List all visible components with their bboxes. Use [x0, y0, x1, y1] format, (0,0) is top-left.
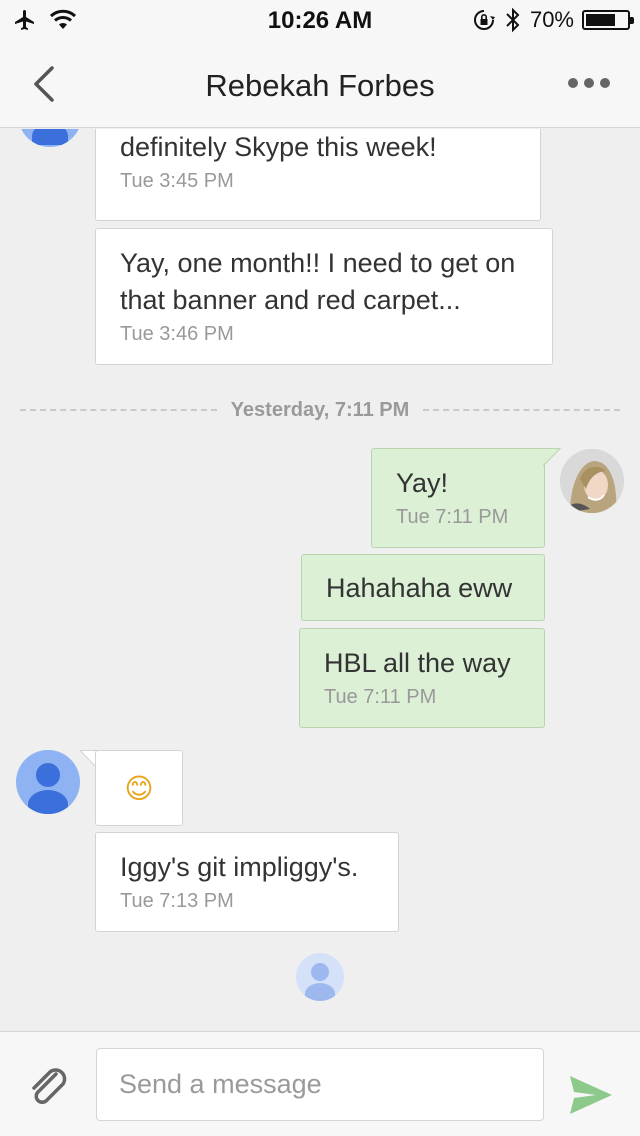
message-time: Tue 7:13 PM — [120, 890, 234, 912]
status-bar: 10:26 AM 70% — [0, 0, 640, 40]
message-bubble[interactable]: Androids are way better!!! I can definit… — [95, 129, 541, 221]
read-receipt-avatar — [296, 953, 344, 1001]
message-text: Yay! — [396, 468, 449, 498]
message-input[interactable] — [96, 1048, 544, 1121]
message-text: Androids are way better!!! I can definit… — [120, 132, 437, 162]
message-text: Hahahaha eww — [326, 573, 513, 603]
rotation-lock-icon — [473, 10, 495, 30]
message-emoji: 😊 — [124, 771, 154, 805]
message-time: Tue 7:11 PM — [324, 686, 437, 708]
message-list[interactable]: Androids are way better!!! I can definit… — [0, 129, 640, 1031]
message-bubble[interactable]: Iggy's git impliggy's. Tue 7:13 PM — [95, 832, 399, 932]
message-time: Tue 3:45 PM — [120, 170, 234, 192]
compose-bar — [0, 1031, 640, 1136]
bubble-tail — [542, 448, 562, 467]
contact-avatar — [16, 750, 80, 814]
message-text: HBL all the way — [324, 648, 511, 678]
nav-bar: Rebekah Forbes — [0, 40, 640, 128]
conversation-title: Rebekah Forbes — [205, 68, 435, 103]
battery-percent: 70% — [529, 7, 574, 32]
user-avatar — [560, 449, 624, 513]
message-text: Yay, one month!! I need to get on that b… — [120, 248, 516, 315]
message-bubble[interactable]: Yay! Tue 7:11 PM — [371, 448, 545, 548]
contact-avatar — [18, 129, 82, 147]
message-bubble[interactable]: Yay, one month!! I need to get on that b… — [95, 228, 553, 365]
message-bubble[interactable]: 😊 — [95, 750, 183, 826]
message-time: Tue 3:46 PM — [120, 323, 234, 345]
paperclip-icon[interactable] — [26, 1064, 70, 1108]
send-icon[interactable] — [568, 1074, 614, 1116]
message-bubble[interactable]: HBL all the way Tue 7:11 PM — [299, 628, 545, 728]
message-time: Tue 7:11 PM — [396, 506, 509, 528]
date-divider-label: Yesterday, 7:11 PM — [230, 398, 410, 421]
bluetooth-icon — [506, 7, 520, 33]
message-bubble[interactable]: Hahahaha eww — [301, 554, 545, 621]
battery-icon — [582, 10, 634, 30]
message-text: Iggy's git impliggy's. — [120, 852, 359, 882]
date-divider: Yesterday, 7:11 PM — [20, 395, 620, 425]
more-horizontal-icon[interactable] — [568, 78, 610, 88]
